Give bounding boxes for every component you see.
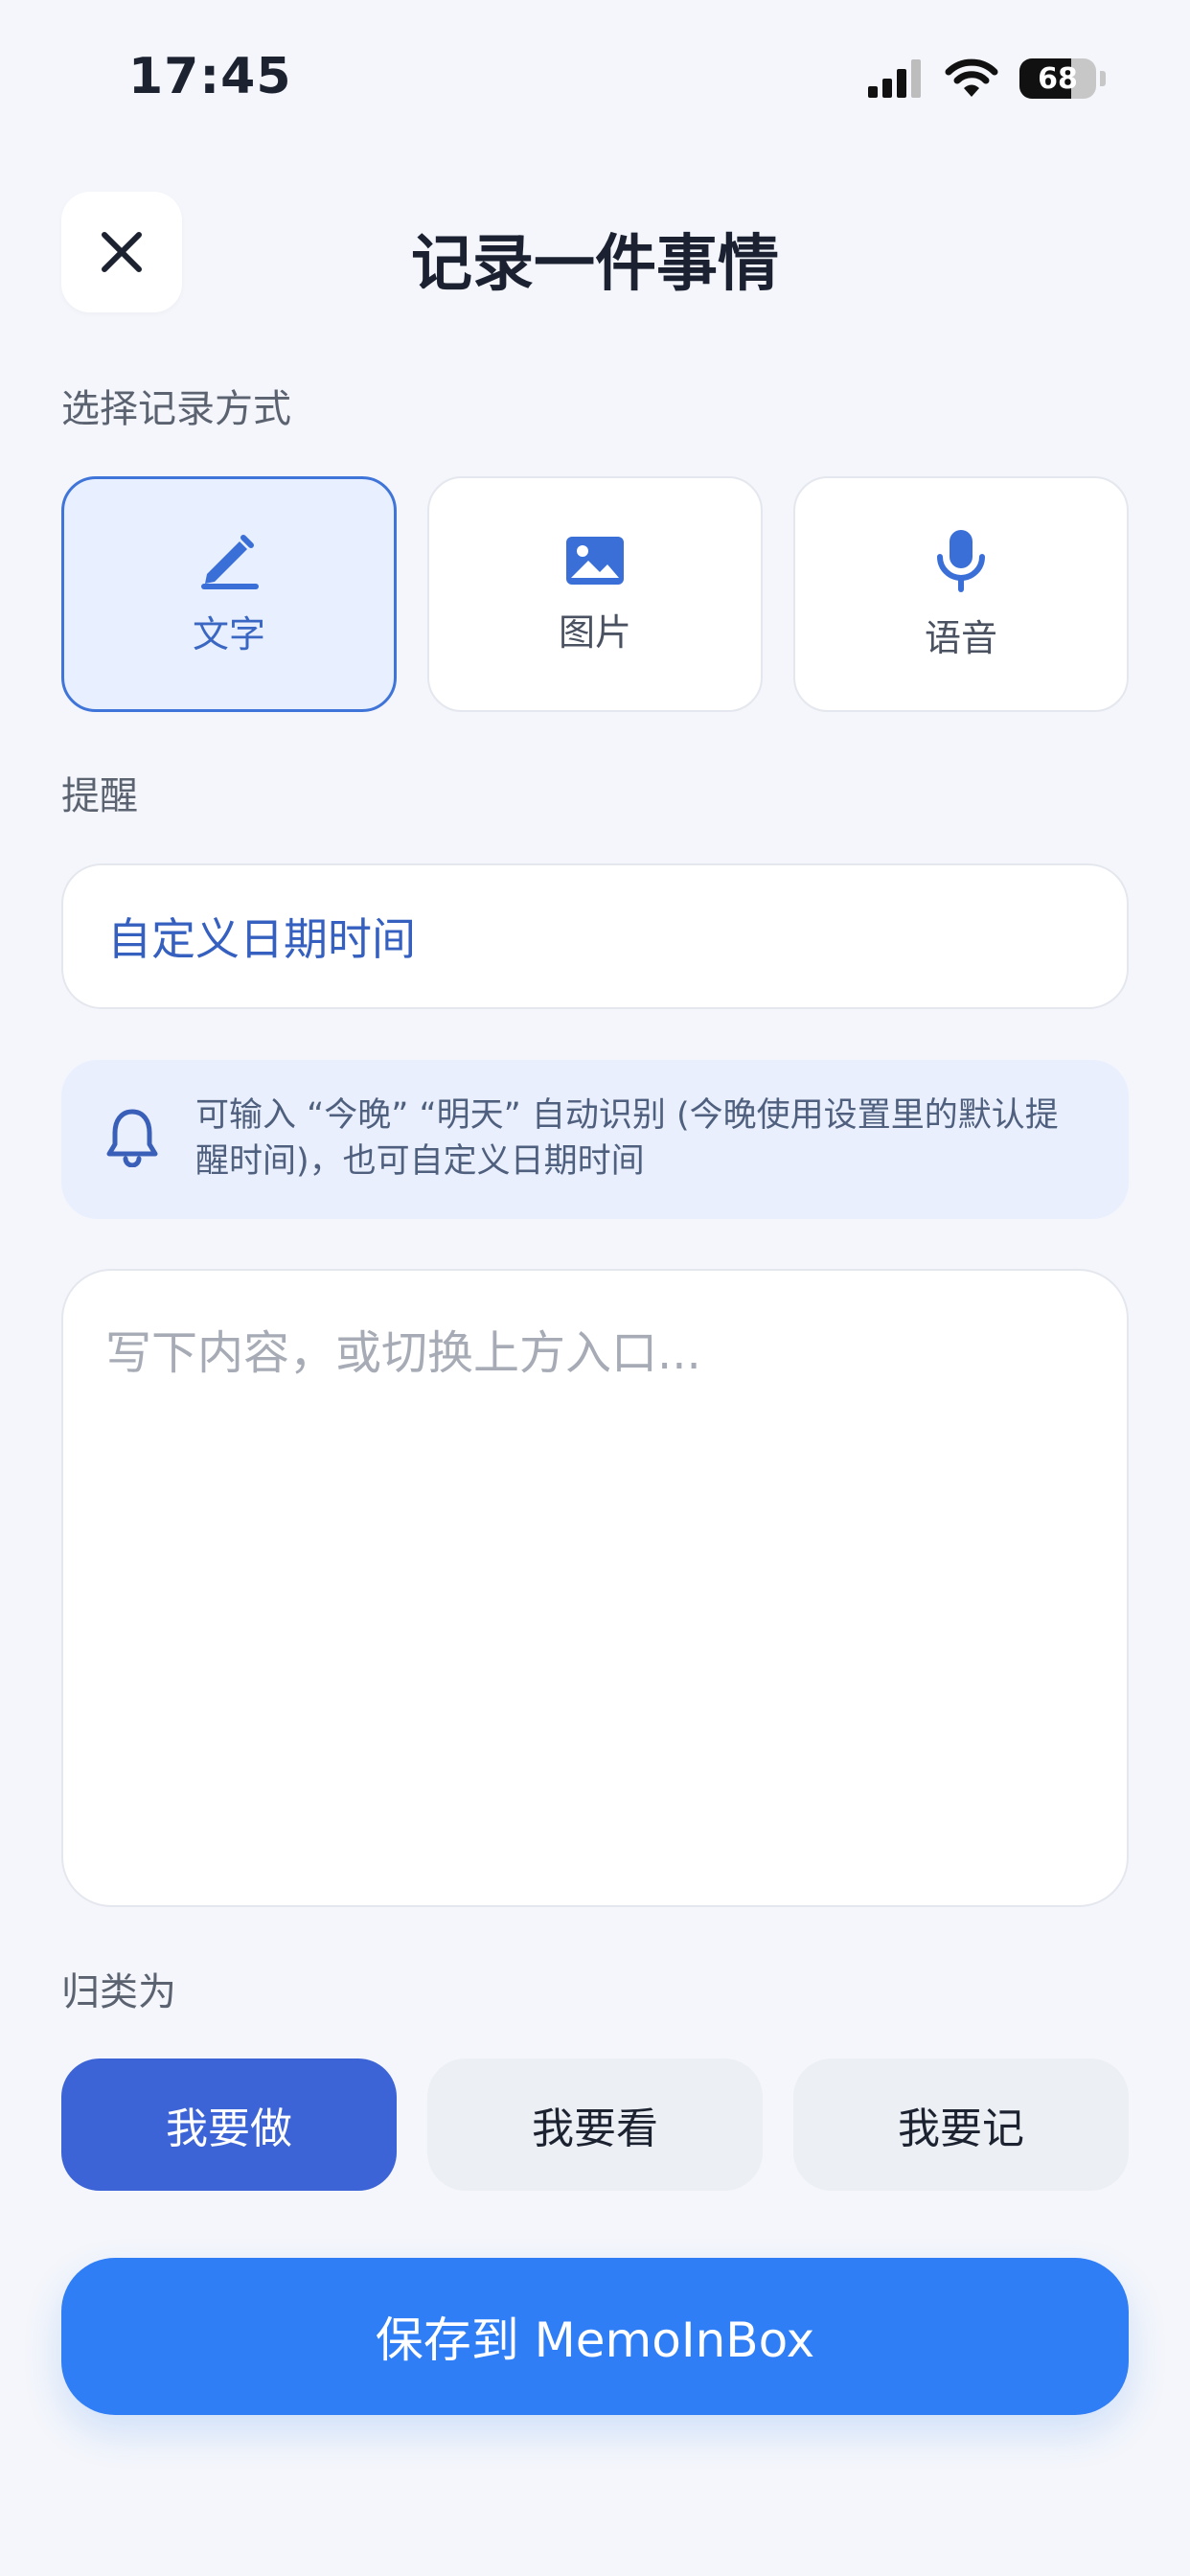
mode-option-label: 图片 [558,610,631,654]
mode-option-label: 文字 [192,612,265,656]
microphone-icon [937,529,985,592]
status-indicators: 68 [868,58,1106,100]
category-note-button[interactable]: 我要记 [793,2058,1129,2191]
reminder-datetime-field[interactable]: 自定义日期时间 [61,863,1129,1009]
save-button[interactable]: 保存到 MemoInBox [61,2258,1129,2415]
cellular-signal-icon [868,59,921,98]
reminder-value: 自定义日期时间 [107,913,416,965]
mode-section-label: 选择记录方式 [61,387,291,431]
content-input[interactable]: 写下内容，或切换上方入口... [61,1269,1129,1907]
content-placeholder: 写下内容，或切换上方入口... [105,1326,701,1380]
image-icon [566,536,624,585]
reminder-hint: 可输入 “今晚” “明天” 自动识别 (今晚使用设置里的默认提醒时间)，也可自定… [61,1060,1129,1219]
reminder-hint-text: 可输入 “今晚” “明天” 自动识别 (今晚使用设置里的默认提醒时间)，也可自定… [195,1096,1059,1181]
category-todo-button[interactable]: 我要做 [61,2058,397,2191]
battery-icon: 68 [1019,58,1096,99]
mode-option-text[interactable]: 文字 [61,476,397,712]
pencil-icon [201,534,259,589]
bell-icon [106,1109,158,1167]
mode-option-label: 语音 [924,616,997,659]
status-time: 17:45 [128,48,292,105]
page-title: 记录一件事情 [411,229,779,300]
wifi-icon [945,58,998,97]
battery-level: 68 [1038,61,1078,96]
reminder-section-label: 提醒 [61,774,138,818]
mode-option-image[interactable]: 图片 [427,476,763,712]
mode-option-voice[interactable]: 语音 [793,476,1129,712]
battery-cap [1100,71,1106,86]
category-toread-button[interactable]: 我要看 [427,2058,763,2191]
category-section-label: 归类为 [61,1970,176,2014]
